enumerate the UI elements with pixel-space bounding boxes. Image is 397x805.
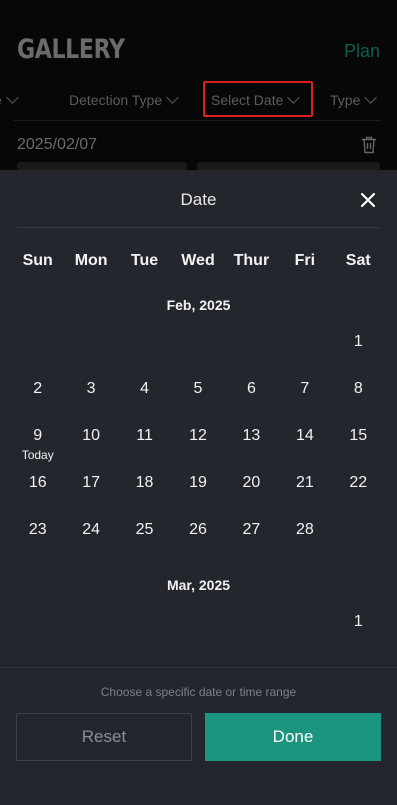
day-number: 14	[295, 427, 314, 444]
day-number: 1	[353, 333, 363, 350]
day-number: 12	[189, 427, 207, 444]
weekday-label: Thur	[233, 252, 270, 269]
trash-icon[interactable]	[361, 136, 377, 154]
thumbnail-card	[197, 162, 380, 170]
calendar-day[interactable]: 15	[332, 427, 385, 445]
calendar-day[interactable]: 19	[171, 474, 224, 492]
day-number: 8	[353, 380, 363, 397]
divider	[14, 120, 381, 121]
calendar-day[interactable]: 26	[171, 521, 224, 539]
calendar-day[interactable]: 11	[118, 427, 171, 445]
day-number: 3	[86, 380, 96, 397]
calendar-day[interactable]: 14	[278, 427, 331, 445]
chevron-down-icon	[364, 91, 378, 104]
day-number: 11	[136, 427, 153, 444]
select-date-highlight-box	[203, 81, 313, 117]
calendar-day[interactable]: 18	[118, 474, 171, 492]
calendar-day[interactable]: 5	[171, 380, 224, 398]
calendar-day[interactable]: 7	[278, 380, 331, 398]
calendar-day[interactable]: 8	[332, 380, 385, 398]
calendar-day[interactable]: 28	[278, 521, 331, 539]
calendar-day[interactable]: 1	[332, 333, 385, 351]
day-number: 24	[82, 521, 101, 538]
day-number: 22	[349, 474, 368, 491]
chevron-down-icon	[5, 91, 19, 104]
calendar-day[interactable]: 17	[64, 474, 117, 492]
calendar-day[interactable]: 22	[332, 474, 385, 492]
chevron-down-icon	[166, 91, 180, 104]
day-number: 6	[246, 380, 256, 397]
gallery-page-background: GALLERY Plan e Detection Type Select Dat…	[0, 0, 397, 170]
calendar-day[interactable]: 10	[64, 427, 117, 445]
day-number: 15	[349, 427, 368, 444]
day-number: 2	[33, 380, 43, 397]
day-number: 26	[189, 521, 207, 538]
month-label: Feb, 2025	[166, 297, 231, 313]
day-number: 28	[295, 521, 314, 538]
weekday-label: Sun	[22, 252, 53, 269]
calendar-day[interactable]: 1	[332, 613, 385, 631]
weekday-label: Wed	[181, 252, 215, 269]
selected-date-label: 2025/02/07	[17, 136, 98, 153]
filter-bar: e Detection Type Select Date Type	[0, 80, 397, 120]
weekday-label: Tue	[130, 252, 159, 269]
day-number: 27	[242, 521, 261, 538]
filter-type[interactable]: Type	[330, 91, 378, 108]
date-picker-sheet: Date Sun Mon Tue Wed Thur Fri Sat Feb, 2…	[0, 170, 397, 805]
sheet-title: Date	[180, 190, 217, 209]
day-number: 23	[28, 521, 47, 538]
calendar-day[interactable]: 23	[11, 521, 64, 539]
calendar-day[interactable]: 20	[225, 474, 278, 492]
hint-text: Choose a specific date or time range	[100, 685, 297, 699]
weekday-label: Sat	[345, 252, 371, 269]
done-button[interactable]: Done	[205, 713, 381, 761]
day-number: 20	[242, 474, 261, 491]
divider	[17, 227, 380, 228]
calendar-day[interactable]: 21	[278, 474, 331, 492]
calendar-day[interactable]: 27	[225, 521, 278, 539]
calendar-day[interactable]: 4	[118, 380, 171, 398]
filter-detection-type[interactable]: Detection Type	[69, 91, 180, 108]
filter-label: Type	[330, 92, 361, 108]
today-label: Today	[21, 448, 54, 462]
reset-button[interactable]: Reset	[16, 713, 192, 761]
calendar-day-today[interactable]: 9 Today	[11, 427, 64, 462]
day-number: 21	[295, 474, 314, 491]
plan-link[interactable]: Plan	[344, 41, 380, 62]
weekday-label: Fri	[294, 252, 316, 269]
calendar-day[interactable]: 13	[225, 427, 278, 445]
day-number: 17	[82, 474, 101, 491]
day-number: 5	[193, 380, 203, 397]
close-icon[interactable]	[354, 186, 382, 214]
filter-label: e	[0, 92, 2, 108]
day-number: 19	[189, 474, 207, 491]
day-number: 13	[242, 427, 261, 444]
day-number: 1	[353, 613, 363, 630]
month-label: Mar, 2025	[166, 577, 231, 593]
calendar-day[interactable]: 3	[64, 380, 117, 398]
day-number: 10	[82, 427, 101, 444]
day-number: 16	[28, 474, 47, 491]
day-number: 18	[135, 474, 154, 491]
day-number: 7	[300, 380, 310, 397]
weekday-label: Mon	[74, 252, 108, 269]
day-number: 4	[140, 380, 149, 397]
calendar-day[interactable]: 12	[171, 427, 224, 445]
calendar-day[interactable]: 2	[11, 380, 64, 398]
calendar-day[interactable]: 16	[11, 474, 64, 492]
sheet-footer: Choose a specific date or time range Res…	[0, 667, 397, 805]
filter-device[interactable]: e	[0, 91, 19, 108]
day-number: 9	[33, 427, 43, 444]
page-title: GALLERY	[17, 34, 125, 65]
day-number: 25	[135, 521, 154, 538]
calendar-day[interactable]: 6	[225, 380, 278, 398]
calendar-day[interactable]: 25	[118, 521, 171, 539]
weekday-header: Sun Mon Tue Wed Thur Fri Sat	[11, 252, 385, 272]
filter-label: Detection Type	[69, 92, 163, 108]
thumbnail-card	[17, 162, 187, 170]
calendar-day[interactable]: 24	[64, 521, 117, 539]
